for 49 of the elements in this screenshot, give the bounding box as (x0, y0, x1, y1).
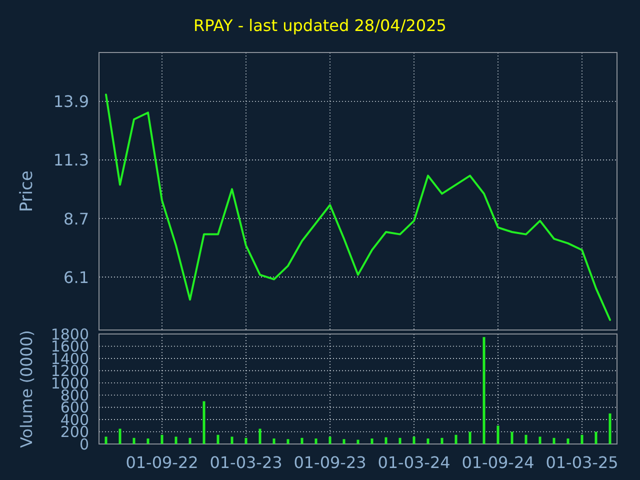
volume-bar (230, 436, 234, 444)
volume-bar (412, 436, 416, 444)
volume-bar (454, 434, 458, 444)
volume-bar (440, 438, 444, 444)
volume-bar (286, 438, 290, 444)
volume-bar (356, 439, 360, 444)
volume-bar (104, 436, 108, 444)
volume-bar (202, 400, 206, 444)
volume-bar (272, 438, 276, 444)
axis-tick-label: 01-09-24 (462, 452, 534, 472)
volume-bar (566, 438, 570, 444)
axis-tick-label: 01-09-22 (126, 452, 198, 472)
volume-bar (426, 438, 430, 444)
volume-bar (328, 436, 332, 444)
axis-tick-label: 01-03-23 (210, 452, 282, 472)
axis-tick-label: 01-03-25 (546, 452, 618, 472)
volume-bar (160, 434, 164, 444)
axis-tick-label: 01-03-24 (378, 452, 450, 472)
axis-tick-label: 13.9 (53, 92, 89, 111)
volume-bar (524, 434, 528, 444)
volume-bar (244, 438, 248, 444)
volume-bar (496, 425, 500, 444)
axis-title: Volume (0000) (17, 330, 36, 448)
volume-bar (132, 438, 136, 444)
volume-bar (384, 436, 388, 444)
axis-tick-label: 6.1 (64, 268, 89, 287)
axis-tick-label: 11.3 (53, 150, 89, 170)
axis-title: Price (17, 170, 37, 212)
volume-bar (552, 438, 556, 444)
volume-bar (118, 428, 122, 444)
volume-bar (342, 438, 346, 444)
volume-bar (510, 431, 514, 444)
volume-bar (258, 428, 262, 444)
volume-bar (398, 438, 402, 444)
volume-bar (174, 436, 178, 444)
volume-bar (314, 438, 318, 444)
volume-bar (370, 438, 374, 444)
volume-bar (468, 431, 472, 444)
volume-bar (580, 434, 584, 444)
volume-bar (608, 413, 612, 444)
volume-bar (216, 434, 220, 444)
volume-bar (538, 436, 542, 444)
volume-bar (146, 438, 150, 444)
axis-tick-label: 8.7 (64, 209, 89, 228)
volume-bar (300, 438, 304, 444)
axis-tick-label: 01-09-23 (294, 452, 366, 472)
chart-title: RPAY - last updated 28/04/2025 (194, 14, 446, 37)
volume-bar (188, 438, 192, 444)
volume-bar (594, 431, 598, 444)
